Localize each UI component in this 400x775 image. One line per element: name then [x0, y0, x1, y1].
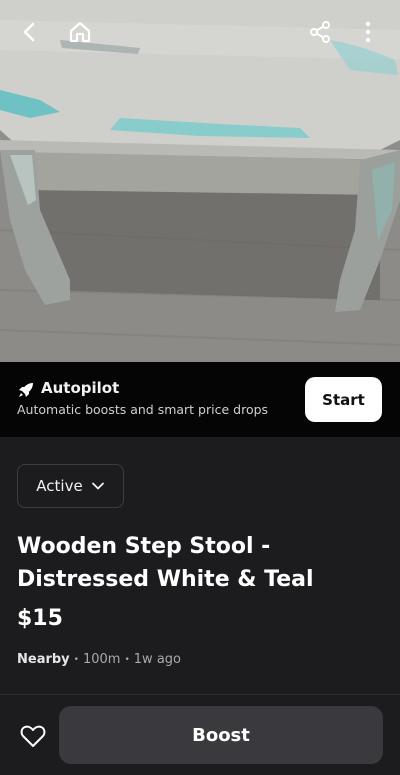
autopilot-start-button[interactable]: Start	[305, 377, 382, 422]
back-button[interactable]	[12, 14, 48, 50]
listing-age: 1w ago	[133, 652, 181, 667]
autopilot-title: Autopilot	[41, 379, 120, 397]
separator-dot: •	[73, 654, 79, 665]
chevron-left-icon	[23, 22, 35, 42]
status-label: Active	[36, 477, 83, 495]
location-label: Nearby	[17, 652, 70, 667]
more-options-button[interactable]	[350, 14, 386, 50]
separator-dot: •	[124, 654, 130, 665]
listing-title: Wooden Step Stool - Distressed White & T…	[17, 534, 314, 592]
boost-button[interactable]: Boost	[59, 706, 383, 764]
listing-photo[interactable]	[0, 0, 400, 362]
listing-price: $15	[17, 606, 63, 631]
heart-icon	[20, 725, 46, 747]
share-icon	[310, 21, 330, 43]
autopilot-subtitle: Automatic boosts and smart price drops	[17, 402, 269, 417]
home-icon	[69, 21, 91, 43]
chevron-down-icon	[91, 482, 104, 490]
more-vertical-icon	[365, 21, 371, 43]
home-button[interactable]	[62, 14, 98, 50]
rocket-icon	[19, 383, 33, 397]
favorite-button[interactable]	[18, 721, 48, 751]
stool-photo-image	[0, 0, 400, 362]
status-dropdown[interactable]: Active	[17, 464, 124, 508]
distance-label: 100m	[82, 652, 121, 667]
listing-meta: Nearby • 100m • 1w ago	[17, 652, 181, 667]
share-button[interactable]	[302, 14, 338, 50]
